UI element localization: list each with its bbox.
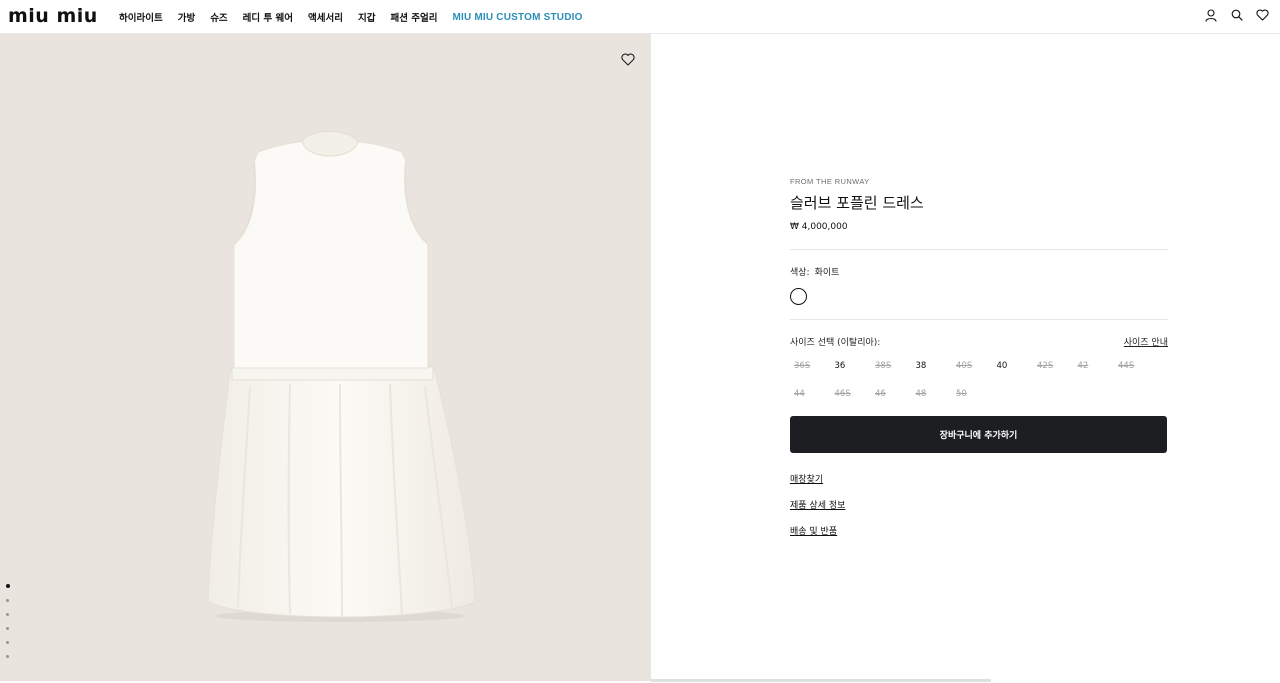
size-option[interactable]: 40 [993, 361, 1034, 371]
product-title: 슬러브 포플린 드레스 [790, 194, 924, 212]
nav-item-wallets[interactable]: 지갑 [358, 10, 375, 24]
wishlist-heart-icon[interactable] [621, 51, 635, 66]
shipping-returns-link[interactable]: 배송 및 반품 [790, 524, 837, 537]
nav-item-shoes[interactable]: 슈즈 [210, 10, 227, 24]
gallery-dot[interactable] [6, 584, 10, 588]
product-links: 매장찾기 제품 상세 정보 배송 및 반품 [790, 472, 1168, 537]
size-option[interactable]: 44 [790, 389, 831, 399]
size-option[interactable]: 36S [790, 361, 831, 371]
gallery-dot[interactable] [6, 655, 9, 658]
find-store-link[interactable]: 매장찾기 [790, 472, 823, 485]
divider [790, 319, 1168, 320]
nav-item-bags[interactable]: 가방 [178, 10, 195, 24]
gallery-pagination [6, 584, 10, 658]
heart-icon[interactable] [1256, 8, 1269, 22]
size-option[interactable]: 42S [1033, 361, 1074, 371]
product-gallery [0, 34, 651, 681]
color-swatch-white[interactable] [790, 288, 807, 305]
size-option[interactable]: 38 [912, 361, 953, 371]
gallery-dot[interactable] [6, 613, 9, 616]
nav-item-custom-studio[interactable]: MIU MIU CUSTOM STUDIO [452, 12, 582, 23]
product-price: ₩ 4,000,000 [790, 222, 848, 232]
color-row: 색상: 화이트 [790, 265, 1168, 278]
main-nav: 하이라이트 가방 슈즈 레디 투 웨어 액세서리 지갑 패션 주얼리 MIU M… [119, 0, 583, 34]
size-label: 사이즈 선택 (이탈리아): [790, 338, 881, 348]
brand-logo[interactable]: miu miu [8, 5, 98, 27]
gallery-dot[interactable] [6, 627, 9, 630]
nav-item-highlights[interactable]: 하이라이트 [119, 10, 163, 24]
divider [790, 249, 1168, 250]
size-header: 사이즈 선택 (이탈리아): 사이즈 안내 [790, 335, 1168, 348]
product-eyebrow: FROM THE RUNWAY [790, 177, 870, 186]
product-details-link[interactable]: 제품 상세 정보 [790, 498, 845, 511]
size-option[interactable]: 46 [871, 389, 912, 399]
size-selector: 36S 36 38S 38 40S 40 42S 42 44S 44 46S 4… [790, 361, 1168, 399]
gallery-dot[interactable] [6, 641, 9, 644]
site-header: miu miu 하이라이트 가방 슈즈 레디 투 웨어 액세서리 지갑 패션 주… [0, 0, 1280, 34]
product-details: FROM THE RUNWAY 슬러브 포플린 드레스 ₩ 4,000,000 … [790, 177, 1168, 537]
user-icon[interactable] [1204, 8, 1217, 22]
color-label: 색상: [790, 268, 810, 278]
size-option[interactable]: 36 [831, 361, 872, 371]
header-icons [1204, 8, 1269, 22]
size-guide-link[interactable]: 사이즈 안내 [1124, 335, 1168, 348]
size-option[interactable]: 44S [1114, 361, 1155, 371]
add-to-cart-button[interactable]: 장바구니에 추가하기 [790, 416, 1167, 453]
product-image-dress [190, 122, 480, 622]
nav-item-ready-to-wear[interactable]: 레디 투 웨어 [243, 10, 293, 24]
horizontal-scrollbar[interactable] [651, 679, 991, 682]
size-option[interactable]: 46S [831, 389, 872, 399]
gallery-dot[interactable] [6, 599, 9, 602]
search-icon[interactable] [1230, 8, 1243, 22]
nav-item-fashion-jewelry[interactable]: 패션 주얼리 [390, 10, 437, 24]
size-option[interactable]: 38S [871, 361, 912, 371]
size-option[interactable]: 40S [952, 361, 993, 371]
color-value: 화이트 [814, 268, 840, 278]
size-option[interactable]: 48 [912, 389, 953, 399]
size-option[interactable]: 42 [1074, 361, 1115, 371]
size-option[interactable]: 50 [952, 389, 993, 399]
nav-item-accessories[interactable]: 액세서리 [308, 10, 343, 24]
